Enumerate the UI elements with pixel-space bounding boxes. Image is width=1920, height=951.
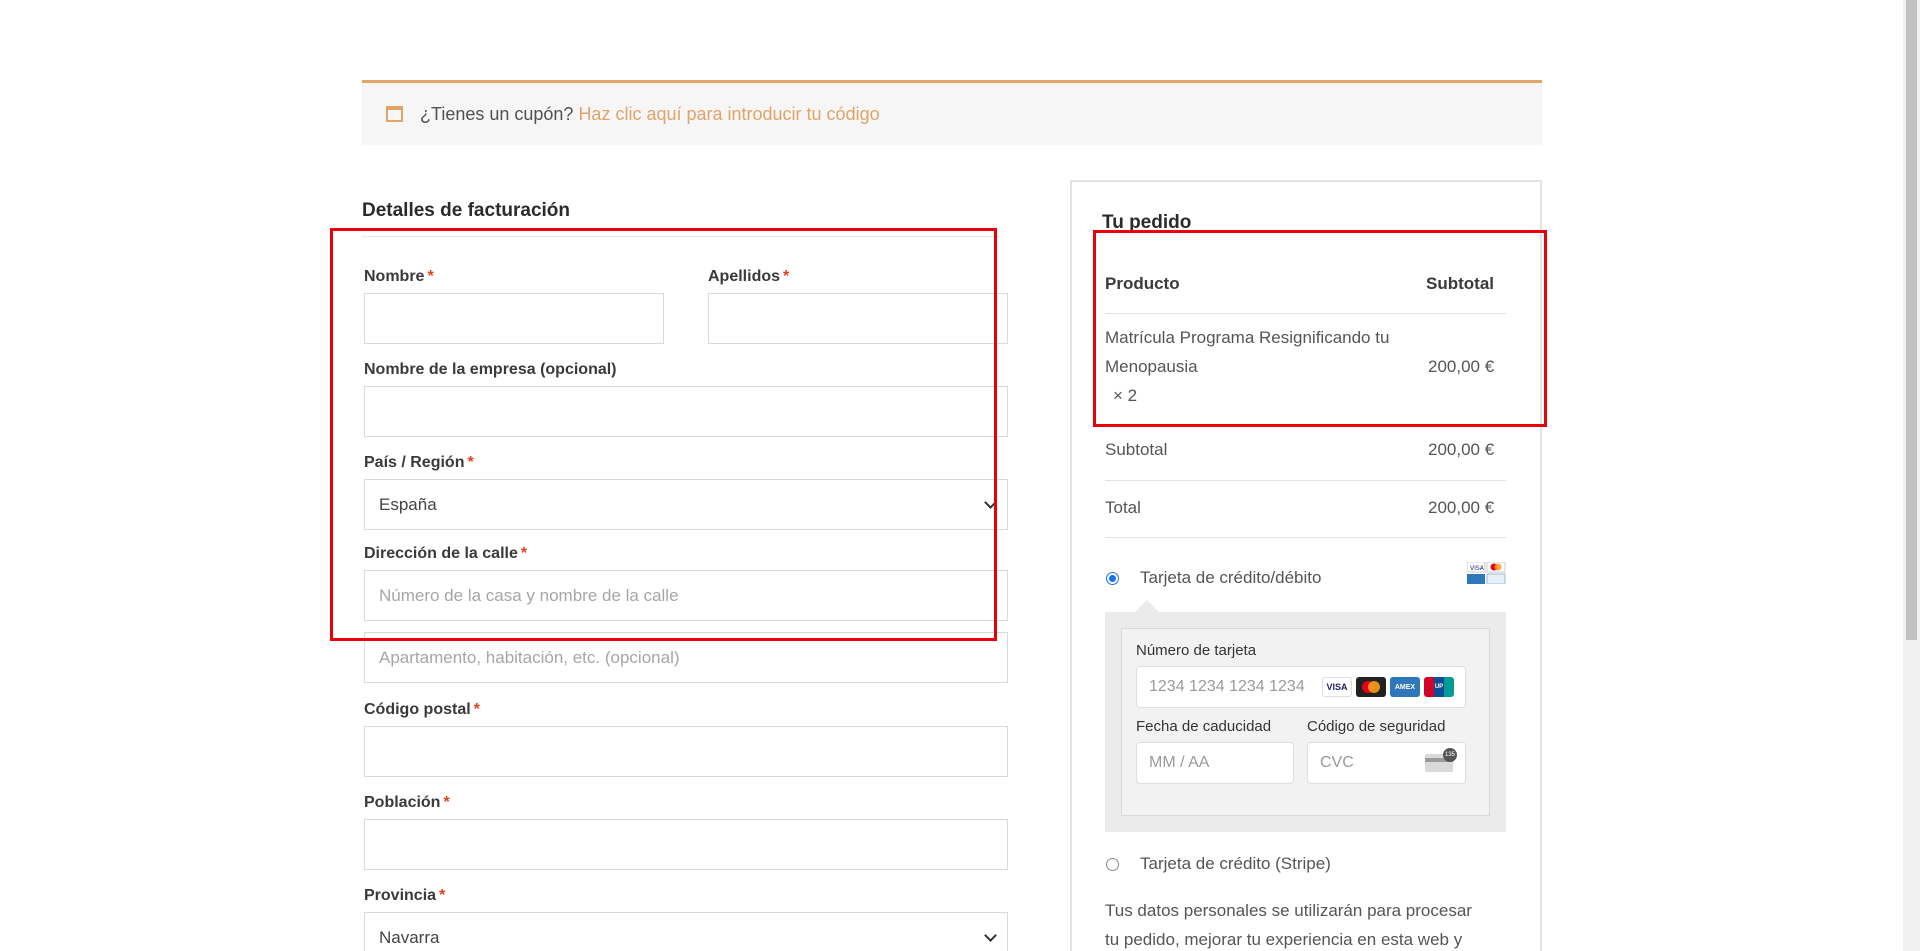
billing-title: Detalles de facturación — [362, 200, 571, 221]
total-value: 200,00 € — [1428, 498, 1495, 517]
payment-method-stripe-label[interactable]: Tarjeta de crédito (Stripe) — [1140, 854, 1331, 874]
cvc-badge: 135 — [1443, 748, 1457, 762]
first-name-field[interactable] — [364, 293, 664, 344]
expiry-label: Fecha de caducidad — [1136, 718, 1272, 735]
card-number-field[interactable]: 1234 1234 1234 1234 VISA AMEX UP — [1136, 666, 1466, 708]
chevron-down-icon — [984, 496, 997, 509]
subtotal-label: Subtotal — [1105, 440, 1168, 459]
item-name-line2: Menopausia — [1105, 357, 1198, 376]
required-mark: * — [439, 887, 446, 904]
postcode-label: Código postal * — [364, 701, 480, 718]
order-divider — [1105, 537, 1506, 538]
col-product-header: Producto — [1105, 274, 1180, 293]
required-mark: * — [443, 794, 450, 811]
street-field[interactable]: Número de la casa y nombre de la calle — [364, 570, 1008, 621]
scrollbar-track[interactable] — [1903, 0, 1920, 951]
stripe-card-form: Número de tarjeta 1234 1234 1234 1234 VI… — [1121, 628, 1490, 816]
required-mark: * — [427, 268, 434, 285]
subtotal-value: 200,00 € — [1428, 440, 1495, 459]
country-value: España — [379, 494, 437, 514]
order-divider — [1105, 424, 1506, 425]
order-divider — [1105, 480, 1506, 481]
payment-method-card-label[interactable]: Tarjeta de crédito/débito — [1140, 568, 1321, 588]
city-label: Población * — [364, 794, 450, 811]
unionpay-icon: UP — [1424, 677, 1454, 697]
required-mark: * — [473, 701, 480, 718]
first-name-label: Nombre * — [364, 268, 434, 285]
postcode-field[interactable] — [364, 726, 1008, 777]
city-field[interactable] — [364, 819, 1008, 870]
payment-radio-stripe[interactable] — [1106, 858, 1119, 871]
item-price: 200,00 € — [1428, 357, 1495, 376]
cvc-field[interactable]: CVC 135 — [1307, 742, 1466, 784]
col-subtotal-header: Subtotal — [1426, 274, 1494, 293]
coupon-question: ¿Tienes un cupón? — [420, 103, 574, 124]
item-quantity: × 2 — [1113, 386, 1138, 405]
total-label: Total — [1105, 498, 1141, 517]
scrollbar-thumb[interactable] — [1906, 0, 1917, 640]
item-name-line1: Matrícula Programa Resignificando tu — [1105, 328, 1390, 347]
company-label: Nombre de la empresa (opcional) — [364, 361, 617, 378]
cvc-label: Código de seguridad — [1307, 718, 1446, 735]
coupon-notice: ¿Tienes un cupón? Haz clic aquí para int… — [362, 80, 1542, 145]
province-select[interactable]: Navarra — [364, 912, 1008, 951]
province-label: Provincia * — [364, 887, 446, 904]
last-name-label: Apellidos * — [708, 268, 790, 285]
required-mark: * — [520, 545, 528, 562]
country-select[interactable]: España — [364, 479, 1008, 530]
payment-radio-card[interactable] — [1106, 572, 1119, 585]
street-label: Dirección de la calle * — [364, 545, 528, 562]
cvc-card-icon: 135 — [1425, 748, 1457, 772]
chevron-down-icon — [984, 929, 997, 942]
calendar-icon — [386, 106, 403, 122]
amex-icon: AMEX — [1390, 677, 1420, 697]
visa-icon: VISA — [1322, 677, 1352, 697]
expiry-field[interactable]: MM / AA — [1136, 742, 1294, 784]
privacy-line2: tu pedido, mejorar tu experiencia en est… — [1105, 930, 1463, 949]
last-name-field[interactable] — [708, 293, 1008, 344]
card-number-placeholder: 1234 1234 1234 1234 — [1149, 678, 1305, 695]
province-value: Navarra — [379, 927, 440, 947]
required-mark: * — [783, 268, 790, 285]
country-label: País / Región * — [364, 454, 474, 471]
svg-text:VISA: VISA — [1470, 565, 1485, 572]
card-brands-icon: VISA — [1467, 562, 1506, 584]
company-field[interactable] — [364, 386, 1008, 437]
street2-field[interactable]: Apartamento, habitación, etc. (opcional) — [364, 632, 1008, 683]
billing-divider — [362, 236, 1000, 237]
required-mark: * — [467, 454, 474, 471]
order-divider — [1105, 313, 1506, 314]
cvc-placeholder: CVC — [1320, 754, 1354, 771]
privacy-line1: Tus datos personales se utilizarán para … — [1105, 901, 1472, 920]
mastercard-icon — [1356, 677, 1386, 697]
card-number-label: Número de tarjeta — [1136, 642, 1257, 659]
order-title: Tu pedido — [1102, 212, 1192, 233]
privacy-notice: Tus datos personales se utilizarán para … — [1105, 896, 1510, 951]
coupon-link[interactable]: Haz clic aquí para introducir tu código — [578, 104, 879, 125]
